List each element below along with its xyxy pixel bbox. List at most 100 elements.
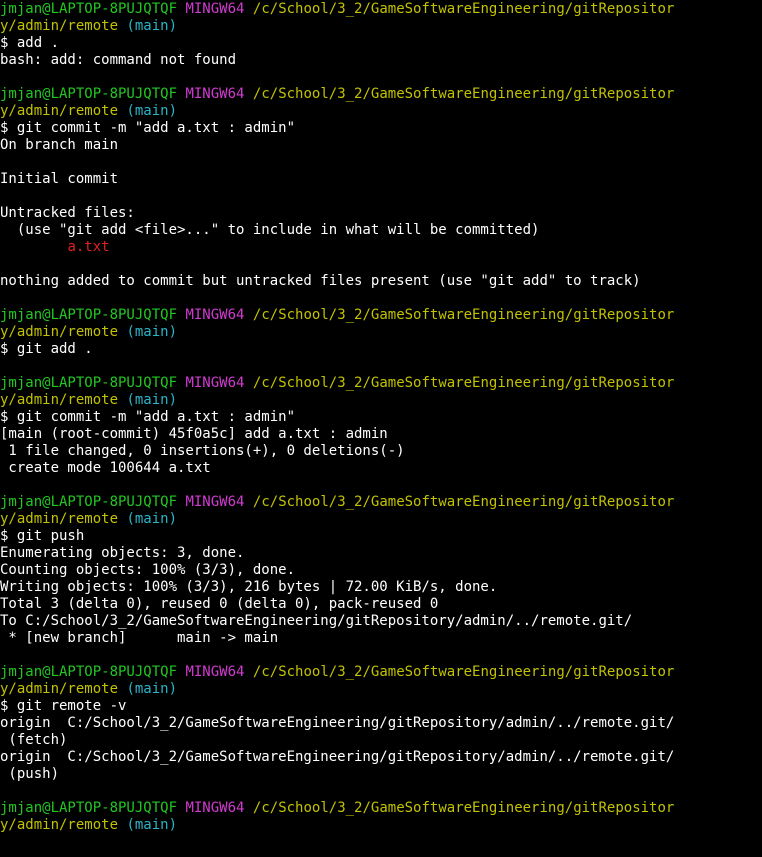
output-text: Untracked files: xyxy=(0,205,135,221)
terminal-line: (fetch) xyxy=(0,732,762,749)
output-text: origin C:/School/3_2/GameSoftwareEnginee… xyxy=(0,749,675,765)
prompt-path: y/admin/remote xyxy=(0,18,119,34)
terminal-line: On branch main xyxy=(0,137,762,154)
terminal-line: $ add . xyxy=(0,35,762,52)
prompt-path: /c/School/3_2/GameSoftwareEngineering/gi… xyxy=(252,375,675,391)
terminal-line: jmjan@LAPTOP-8PUJQTQF MINGW64 /c/School/… xyxy=(0,86,762,103)
terminal-line: (push) xyxy=(0,766,762,783)
output-text: origin C:/School/3_2/GameSoftwareEnginee… xyxy=(0,715,675,731)
prompt-env: MINGW64 xyxy=(185,1,245,17)
terminal-line: Untracked files: xyxy=(0,205,762,222)
terminal-line: $ git commit -m "add a.txt : admin" xyxy=(0,409,762,426)
terminal-line: create mode 100644 a.txt xyxy=(0,460,762,477)
prompt-path: y/admin/remote xyxy=(0,392,119,408)
terminal-line: 1 file changed, 0 insertions(+), 0 delet… xyxy=(0,443,762,460)
prompt-user-host: jmjan@LAPTOP-8PUJQTQF xyxy=(0,307,178,323)
prompt-env: MINGW64 xyxy=(185,307,245,323)
output-text: $ add . xyxy=(0,35,60,51)
output-text: (use "git add <file>..." to include in w… xyxy=(0,222,540,238)
prompt-branch: (main) xyxy=(118,392,178,408)
terminal-line: bash: add: command not found xyxy=(0,52,762,69)
output-text: On branch main xyxy=(0,137,119,153)
output-text: $ git add . xyxy=(0,341,93,357)
output-text: nothing added to commit but untracked fi… xyxy=(0,273,641,289)
prompt-path: y/admin/remote xyxy=(0,817,119,833)
output-text: $ git commit -m "add a.txt : admin" xyxy=(0,409,296,425)
terminal-line: jmjan@LAPTOP-8PUJQTQF MINGW64 /c/School/… xyxy=(0,664,762,681)
terminal-line: Total 3 (delta 0), reused 0 (delta 0), p… xyxy=(0,596,762,613)
prompt-path: /c/School/3_2/GameSoftwareEngineering/gi… xyxy=(252,86,675,102)
terminal-line: Counting objects: 100% (3/3), done. xyxy=(0,562,762,579)
output-text: bash: add: command not found xyxy=(0,52,237,68)
prompt-user-host: jmjan@LAPTOP-8PUJQTQF xyxy=(0,664,178,680)
output-text: $ git remote -v xyxy=(0,698,127,714)
terminal-line: To C:/School/3_2/GameSoftwareEngineering… xyxy=(0,613,762,630)
prompt-env: MINGW64 xyxy=(185,800,245,816)
output-text: * [new branch] main -> main xyxy=(0,630,279,646)
untracked-file: a.txt xyxy=(67,239,110,255)
output-text: Initial commit xyxy=(0,171,119,187)
output-text: Enumerating objects: 3, done. xyxy=(0,545,245,561)
terminal-line: y/admin/remote (main) xyxy=(0,681,762,698)
prompt-user-host: jmjan@LAPTOP-8PUJQTQF xyxy=(0,1,178,17)
terminal-line: origin C:/School/3_2/GameSoftwareEnginee… xyxy=(0,715,762,732)
prompt-path: /c/School/3_2/GameSoftwareEngineering/gi… xyxy=(252,664,675,680)
terminal-line: Initial commit xyxy=(0,171,762,188)
terminal-line: nothing added to commit but untracked fi… xyxy=(0,273,762,290)
prompt-path: y/admin/remote xyxy=(0,511,119,527)
terminal-input-line[interactable]: $ xyxy=(0,834,762,851)
terminal-line: $ git remote -v xyxy=(0,698,762,715)
prompt-branch: (main) xyxy=(118,324,178,340)
terminal-line: Enumerating objects: 3, done. xyxy=(0,545,762,562)
terminal-line: $ git add . xyxy=(0,341,762,358)
terminal-line: a.txt xyxy=(0,239,762,256)
terminal-line: y/admin/remote (main) xyxy=(0,18,762,35)
output-text: (fetch) xyxy=(0,732,68,748)
prompt-env: MINGW64 xyxy=(185,494,245,510)
prompt-branch: (main) xyxy=(118,817,178,833)
prompt-path: y/admin/remote xyxy=(0,103,119,119)
terminal-line: jmjan@LAPTOP-8PUJQTQF MINGW64 /c/School/… xyxy=(0,494,762,511)
terminal-line: [main (root-commit) 45f0a5c] add a.txt :… xyxy=(0,426,762,443)
output-text: create mode 100644 a.txt xyxy=(0,460,211,476)
terminal-line: jmjan@LAPTOP-8PUJQTQF MINGW64 /c/School/… xyxy=(0,1,762,18)
output-text: To C:/School/3_2/GameSoftwareEngineering… xyxy=(0,613,633,629)
terminal-line: $ git commit -m "add a.txt : admin" xyxy=(0,120,762,137)
output-text: (push) xyxy=(0,766,60,782)
output-text: Counting objects: 100% (3/3), done. xyxy=(0,562,296,578)
prompt-path: /c/School/3_2/GameSoftwareEngineering/gi… xyxy=(252,800,675,816)
terminal-line: y/admin/remote (main) xyxy=(0,392,762,409)
prompt-branch: (main) xyxy=(118,18,178,34)
prompt-user-host: jmjan@LAPTOP-8PUJQTQF xyxy=(0,494,178,510)
terminal-line: origin C:/School/3_2/GameSoftwareEnginee… xyxy=(0,749,762,766)
terminal-output: jmjan@LAPTOP-8PUJQTQF MINGW64 /c/School/… xyxy=(0,1,762,834)
terminal-line: jmjan@LAPTOP-8PUJQTQF MINGW64 /c/School/… xyxy=(0,375,762,392)
output-text: $ git push xyxy=(0,528,85,544)
prompt-path: /c/School/3_2/GameSoftwareEngineering/gi… xyxy=(252,307,675,323)
output-text: Writing objects: 100% (3/3), 216 bytes |… xyxy=(0,579,498,595)
terminal-line: (use "git add <file>..." to include in w… xyxy=(0,222,762,239)
prompt-user-host: jmjan@LAPTOP-8PUJQTQF xyxy=(0,800,178,816)
prompt-branch: (main) xyxy=(118,103,178,119)
terminal-line: y/admin/remote (main) xyxy=(0,324,762,341)
prompt-user-host: jmjan@LAPTOP-8PUJQTQF xyxy=(0,375,178,391)
prompt-path: y/admin/remote xyxy=(0,324,119,340)
prompt-branch: (main) xyxy=(118,511,178,527)
prompt-path: /c/School/3_2/GameSoftwareEngineering/gi… xyxy=(252,494,675,510)
terminal-line: y/admin/remote (main) xyxy=(0,817,762,834)
terminal-line: y/admin/remote (main) xyxy=(0,511,762,528)
terminal-window[interactable]: jmjan@LAPTOP-8PUJQTQF MINGW64 /c/School/… xyxy=(0,0,762,857)
